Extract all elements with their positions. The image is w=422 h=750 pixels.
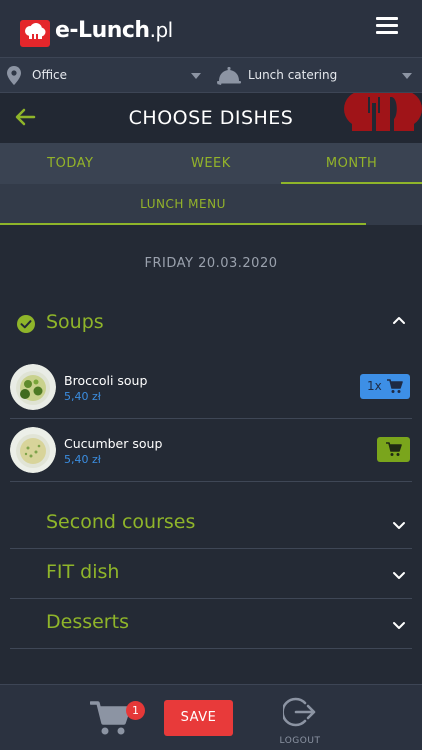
category-header-soups[interactable]: Soups <box>10 305 412 345</box>
selector-bar: Office Lunch catering <box>0 57 422 93</box>
tab-month[interactable]: MONTH <box>281 143 422 184</box>
logout-button[interactable]: LOGOUT <box>270 693 330 749</box>
location-select[interactable]: Office <box>0 58 211 93</box>
dish-price: 5,40 zł <box>64 390 101 403</box>
dish-image-cucumber-soup <box>10 427 56 473</box>
hamburger-menu-icon[interactable] <box>376 17 398 35</box>
title-bar: CHOOSE DISHES <box>0 93 422 143</box>
dish-item-cucumber-soup[interactable]: Cucumber soup 5,40 zł <box>10 419 412 482</box>
cart-icon <box>387 379 403 393</box>
chevron-down-icon <box>191 73 201 79</box>
cloche-icon <box>217 67 241 85</box>
location-pin-icon <box>7 66 21 85</box>
tab-today[interactable]: TODAY <box>0 143 141 184</box>
service-select[interactable]: Lunch catering <box>211 58 422 93</box>
service-select-value: Lunch catering <box>248 68 338 82</box>
category-title-fit-dish: FIT dish <box>46 561 120 583</box>
chevron-down-icon <box>393 522 405 529</box>
tab-week[interactable]: WEEK <box>141 143 282 184</box>
top-bar: e-Lunch.pl <box>0 0 422 57</box>
location-select-value: Office <box>32 68 68 82</box>
logo-text: e-Lunch.pl <box>55 18 173 43</box>
category-title-desserts: Desserts <box>46 611 129 633</box>
chevron-down-icon <box>402 73 412 79</box>
category-header-desserts[interactable]: Desserts <box>10 599 412 649</box>
check-circle-icon <box>17 315 35 333</box>
category-title-second-courses: Second courses <box>46 511 196 533</box>
category-title-soups: Soups <box>46 311 104 333</box>
page-title: CHOOSE DISHES <box>128 107 294 129</box>
category-header-fit-dish[interactable]: FIT dish <box>10 549 412 599</box>
logo-icon <box>20 20 50 47</box>
logout-label: LOGOUT <box>279 736 321 746</box>
chevron-down-icon <box>393 622 405 629</box>
cart-quantity-button[interactable]: 1x <box>360 374 410 399</box>
dish-price: 5,40 zł <box>64 453 101 466</box>
cart-icon <box>386 442 402 456</box>
dish-name: Broccoli soup <box>64 373 148 388</box>
chevron-down-icon <box>393 572 405 579</box>
shopping-cart-icon[interactable] <box>90 700 132 736</box>
dish-name: Cucumber soup <box>64 436 163 451</box>
category-header-second-courses[interactable]: Second courses <box>10 499 412 549</box>
chevron-up-icon <box>393 317 405 324</box>
logout-icon <box>283 697 316 727</box>
add-to-cart-button[interactable] <box>377 437 410 462</box>
period-tabs: TODAY WEEK MONTH <box>0 143 422 184</box>
dish-image-broccoli-soup <box>10 364 56 410</box>
cart-quantity: 1x <box>367 379 382 393</box>
cart-count-badge: 1 <box>126 701 145 720</box>
save-button[interactable]: SAVE <box>164 700 233 736</box>
menu-subtabs: LUNCH MENU <box>0 184 422 225</box>
tab-lunch-menu[interactable]: LUNCH MENU <box>0 184 366 225</box>
menu-date: FRIDAY 20.03.2020 <box>144 256 278 271</box>
dish-item-broccoli-soup[interactable]: Broccoli soup 5,40 zł 1x <box>10 356 412 419</box>
bottom-bar: 1 SAVE LOGOUT <box>0 684 422 750</box>
